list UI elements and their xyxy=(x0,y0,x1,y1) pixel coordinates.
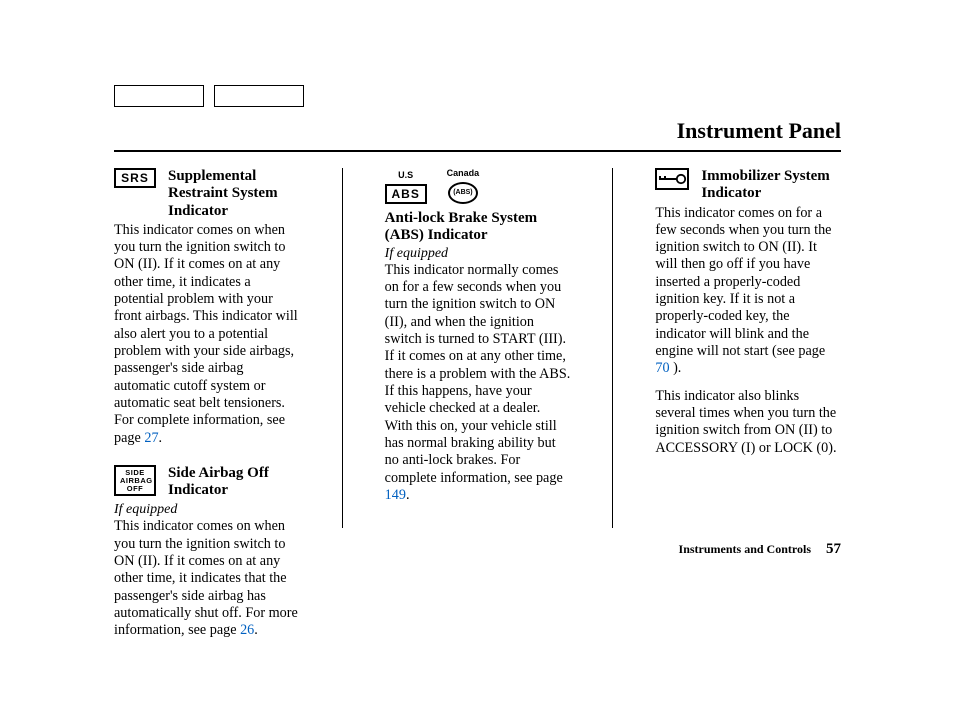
side-airbag-off-icon: SIDE AIRBAG OFF xyxy=(114,465,156,497)
abs-body-text: This indicator normally comes on for a f… xyxy=(385,262,571,486)
page-title: Instrument Panel xyxy=(677,118,841,145)
abs-us-col: U.S ABS xyxy=(385,170,427,204)
column-1: SRS Supplemental Restraint System Indica… xyxy=(114,168,300,528)
immobilizer-body-text: This indicator comes on for a few second… xyxy=(655,205,831,360)
abs-ca-label: Canada xyxy=(447,168,480,179)
abs-us-label: U.S xyxy=(385,170,427,181)
immobilizer-header: Immobilizer System Indicator xyxy=(655,168,841,203)
side-airbag-body-tail: . xyxy=(254,622,258,638)
side-airbag-page-ref[interactable]: 26 xyxy=(240,622,254,638)
footer-section: Instruments and Controls xyxy=(679,542,811,556)
srs-icon: SRS xyxy=(114,168,156,188)
immobilizer-page-ref[interactable]: 70 xyxy=(655,360,669,376)
key-icon xyxy=(655,168,689,190)
srs-header: SRS Supplemental Restraint System Indica… xyxy=(114,168,300,220)
immobilizer-body-2: This indicator also blinks several times… xyxy=(655,388,841,457)
side-airbag-heading: Side Airbag Off Indicator xyxy=(168,465,300,500)
abs-region-icons: U.S ABS Canada (ABS) xyxy=(385,168,571,204)
side-airbag-ifeq: If equipped xyxy=(114,501,300,518)
page: Instrument Panel SRS Supplemental Restra… xyxy=(0,0,954,710)
tab-placeholder-row xyxy=(114,85,304,107)
abs-body-tail: . xyxy=(406,487,410,503)
side-airbag-body-text: This indicator comes on when you turn th… xyxy=(114,518,298,638)
column-3: Immobilizer System Indicator This indica… xyxy=(655,168,841,528)
footer-page-number: 57 xyxy=(826,541,841,557)
column-separator xyxy=(612,168,613,528)
abs-heading: Anti-lock Brake System (ABS) Indicator xyxy=(385,210,571,245)
immobilizer-heading: Immobilizer System Indicator xyxy=(701,168,841,203)
abs-ca-col: Canada (ABS) xyxy=(447,168,480,204)
abs-page-ref[interactable]: 149 xyxy=(385,487,406,503)
icon-line: OFF xyxy=(120,485,150,493)
srs-page-ref[interactable]: 27 xyxy=(144,430,158,446)
abs-icon: ABS xyxy=(385,184,427,204)
immobilizer-body-tail: ). xyxy=(673,360,681,376)
immobilizer-body-1: This indicator comes on for a few second… xyxy=(655,205,841,378)
side-airbag-header: SIDE AIRBAG OFF Side Airbag Off Indicato… xyxy=(114,465,300,500)
srs-body-tail: . xyxy=(159,430,163,446)
tab-placeholder xyxy=(114,85,204,107)
title-rule xyxy=(114,150,841,152)
srs-heading: Supplemental Restraint System Indicator xyxy=(168,168,300,220)
page-footer: Instruments and Controls 57 xyxy=(679,540,841,558)
abs-body: This indicator normally comes on for a f… xyxy=(385,262,571,504)
tab-placeholder xyxy=(214,85,304,107)
srs-body: This indicator comes on when you turn th… xyxy=(114,222,300,447)
column-separator xyxy=(342,168,343,528)
column-2: U.S ABS Canada (ABS) Anti-lock Brake Sys… xyxy=(385,168,571,528)
content-columns: SRS Supplemental Restraint System Indica… xyxy=(114,168,841,528)
abs-ifeq: If equipped xyxy=(385,245,571,262)
srs-body-text: This indicator comes on when you turn th… xyxy=(114,222,298,446)
abs-ca-icon: (ABS) xyxy=(448,182,478,204)
side-airbag-body: This indicator comes on when you turn th… xyxy=(114,518,300,639)
